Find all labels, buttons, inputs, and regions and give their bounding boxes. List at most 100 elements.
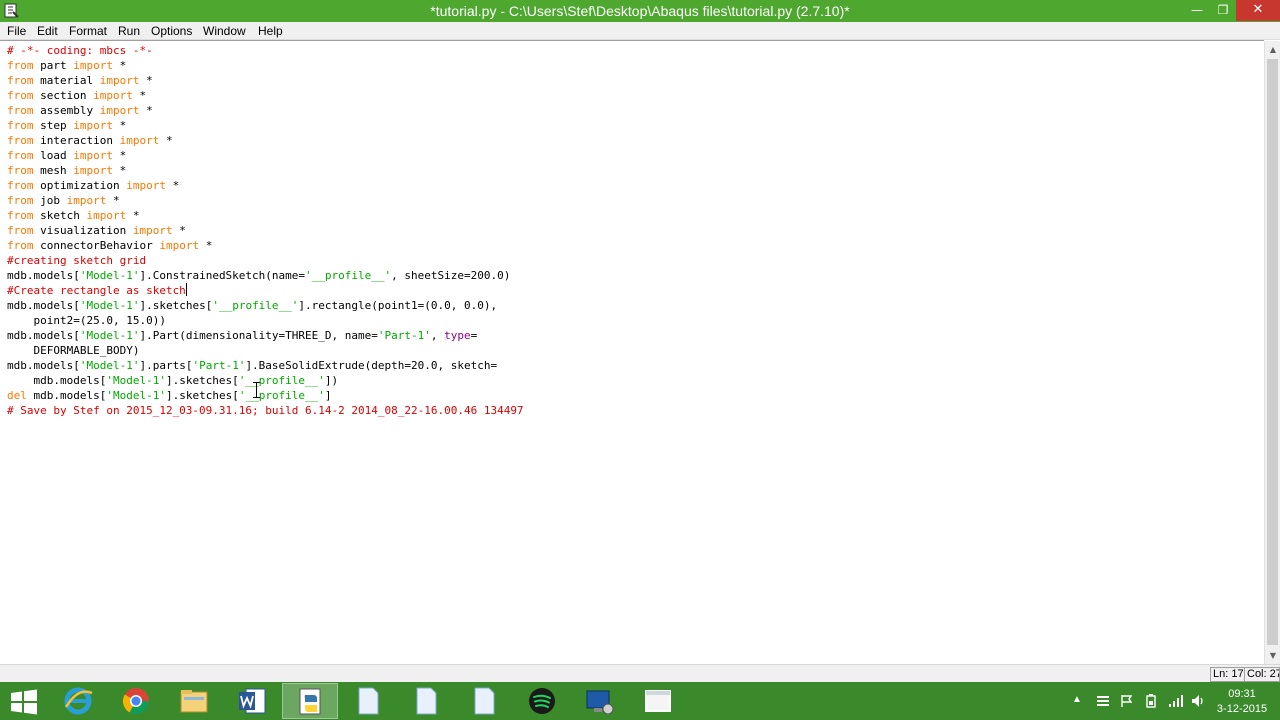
code-line[interactable]: from connectorBehavior import * [7, 238, 524, 253]
taskbar-word[interactable] [224, 683, 280, 719]
code-line[interactable]: #creating sketch grid [7, 253, 524, 268]
code-line[interactable]: from mesh import * [7, 163, 524, 178]
code-token: from [7, 164, 34, 177]
ie-icon [64, 687, 93, 715]
code-token: '__profile__' [305, 269, 392, 282]
code-token: import [126, 179, 166, 192]
code-token: mdb.models[ [7, 374, 107, 387]
code-token: del [7, 389, 27, 402]
volume-icon[interactable] [1190, 693, 1206, 709]
code-line[interactable]: #Create rectangle as sketch [7, 283, 524, 298]
clock-time[interactable]: 09:31 [1212, 688, 1272, 700]
code-token: ].Part(dimensionality=THREE_D, name= [139, 329, 378, 342]
code-line[interactable]: mdb.models['Model-1'].sketches['__profil… [7, 373, 524, 388]
code-line[interactable]: from assembly import * [7, 103, 524, 118]
code-line[interactable]: from load import * [7, 148, 524, 163]
code-line[interactable]: from sketch import * [7, 208, 524, 223]
scroll-up-icon[interactable]: ▲ [1265, 41, 1280, 58]
taskbar-chrome[interactable] [108, 683, 164, 719]
menu-options[interactable]: Options [151, 24, 192, 38]
code-token: import [99, 104, 140, 117]
code-line[interactable]: mdb.models['Model-1'].ConstrainedSketch(… [7, 268, 524, 283]
code-editor[interactable]: # -*- coding: mbcs -*- from part import *… [0, 40, 1264, 664]
code-token: section [33, 89, 94, 102]
code-token: import [159, 239, 200, 252]
abaqus-icon [586, 690, 614, 715]
code-line[interactable]: mdb.models['Model-1'].sketches['__profil… [7, 298, 524, 313]
clock-date[interactable]: 3-12-2015 [1212, 703, 1272, 715]
code-line[interactable]: mdb.models['Model-1'].Part(dimensionalit… [7, 328, 524, 343]
code-token: #Create rectangle as sketch [7, 284, 186, 297]
code-token: from [7, 149, 34, 162]
taskbar-spotify[interactable] [514, 683, 570, 719]
code-line[interactable]: # -*- coding: mbcs -*- [7, 43, 524, 58]
taskbar-python-idle[interactable] [282, 683, 338, 719]
taskbar-internet-explorer[interactable] [50, 683, 106, 719]
code-token: '__profile__' [212, 299, 299, 312]
code-token: * [199, 239, 213, 252]
code-token: step [33, 119, 74, 132]
code-token: from [7, 74, 34, 87]
scroll-thumb[interactable] [1267, 59, 1278, 645]
code-line[interactable]: from optimization import * [7, 178, 524, 193]
taskbar-file-explorer[interactable] [166, 683, 222, 719]
minimize-button[interactable]: — [1184, 0, 1210, 21]
scroll-down-icon[interactable]: ▼ [1265, 647, 1280, 664]
close-button[interactable]: ✕ [1236, 0, 1280, 21]
menu-run[interactable]: Run [118, 24, 140, 38]
code-line[interactable]: DEFORMABLE_BODY) [7, 343, 524, 358]
menu-help[interactable]: Help [258, 24, 283, 38]
status-column: Col: 27 [1244, 667, 1280, 682]
code-token: from [7, 179, 34, 192]
code-line[interactable]: del mdb.models['Model-1'].sketches['__pr… [7, 388, 524, 403]
code-line[interactable]: # Save by Stef on 2015_12_03-09.31.16; b… [7, 403, 524, 418]
code-token: = [470, 329, 478, 342]
code-token: ].ConstrainedSketch(name= [139, 269, 306, 282]
status-bar: Ln: 17 Col: 27 [0, 664, 1280, 682]
maximize-button[interactable]: ❐ [1210, 0, 1236, 21]
battery-icon[interactable] [1144, 693, 1160, 709]
tray-expand-icon[interactable]: ▲ [1072, 694, 1082, 705]
network-icon[interactable] [1168, 693, 1184, 709]
code-token: load [33, 149, 74, 162]
code-token: , sheetSize=200.0) [391, 269, 511, 282]
code-line[interactable]: point2=(25.0, 15.0)) [7, 313, 524, 328]
taskbar-document-3[interactable] [456, 683, 512, 719]
code-line[interactable]: from section import * [7, 88, 524, 103]
code-line[interactable]: from step import * [7, 118, 524, 133]
code-line[interactable]: from job import * [7, 193, 524, 208]
code-token: 'Part-1' [377, 329, 431, 342]
code-line[interactable]: mdb.models['Model-1'].parts['Part-1'].Ba… [7, 358, 524, 373]
code-line[interactable]: from material import * [7, 73, 524, 88]
code-token: ] [324, 389, 332, 402]
taskbar-misc-app[interactable] [630, 683, 686, 719]
taskbar-document-1[interactable] [340, 683, 396, 719]
code-text[interactable]: # -*- coding: mbcs -*- from part import *… [7, 43, 524, 418]
code-token: * [139, 74, 153, 87]
vertical-scrollbar[interactable]: ▲ ▼ [1264, 41, 1280, 664]
code-token: sketch [33, 209, 87, 222]
menu-file[interactable]: File [7, 24, 26, 38]
code-token: * [159, 134, 173, 147]
code-line[interactable]: from part import * [7, 58, 524, 73]
start-button[interactable] [0, 683, 48, 719]
taskbar-abaqus[interactable] [572, 683, 628, 719]
code-line[interactable]: from visualization import * [7, 223, 524, 238]
code-token: visualization [33, 224, 133, 237]
text-caret [185, 283, 187, 296]
menu-format[interactable]: Format [69, 24, 107, 38]
menu-edit[interactable]: Edit [37, 24, 58, 38]
code-token: connectorBehavior [33, 239, 160, 252]
taskbar-document-2[interactable] [398, 683, 454, 719]
menu-bar: File Edit Format Run Options Window Help [0, 22, 1280, 40]
code-line[interactable]: from interaction import * [7, 133, 524, 148]
code-token: job [33, 194, 67, 207]
code-token: import [119, 134, 160, 147]
code-token: assembly [33, 104, 100, 117]
flag-icon[interactable] [1120, 694, 1134, 708]
action-center-icon[interactable] [1096, 694, 1110, 708]
menu-window[interactable]: Window [203, 24, 246, 38]
code-token: * [172, 224, 186, 237]
code-token: from [7, 59, 34, 72]
folder-icon [180, 690, 208, 713]
